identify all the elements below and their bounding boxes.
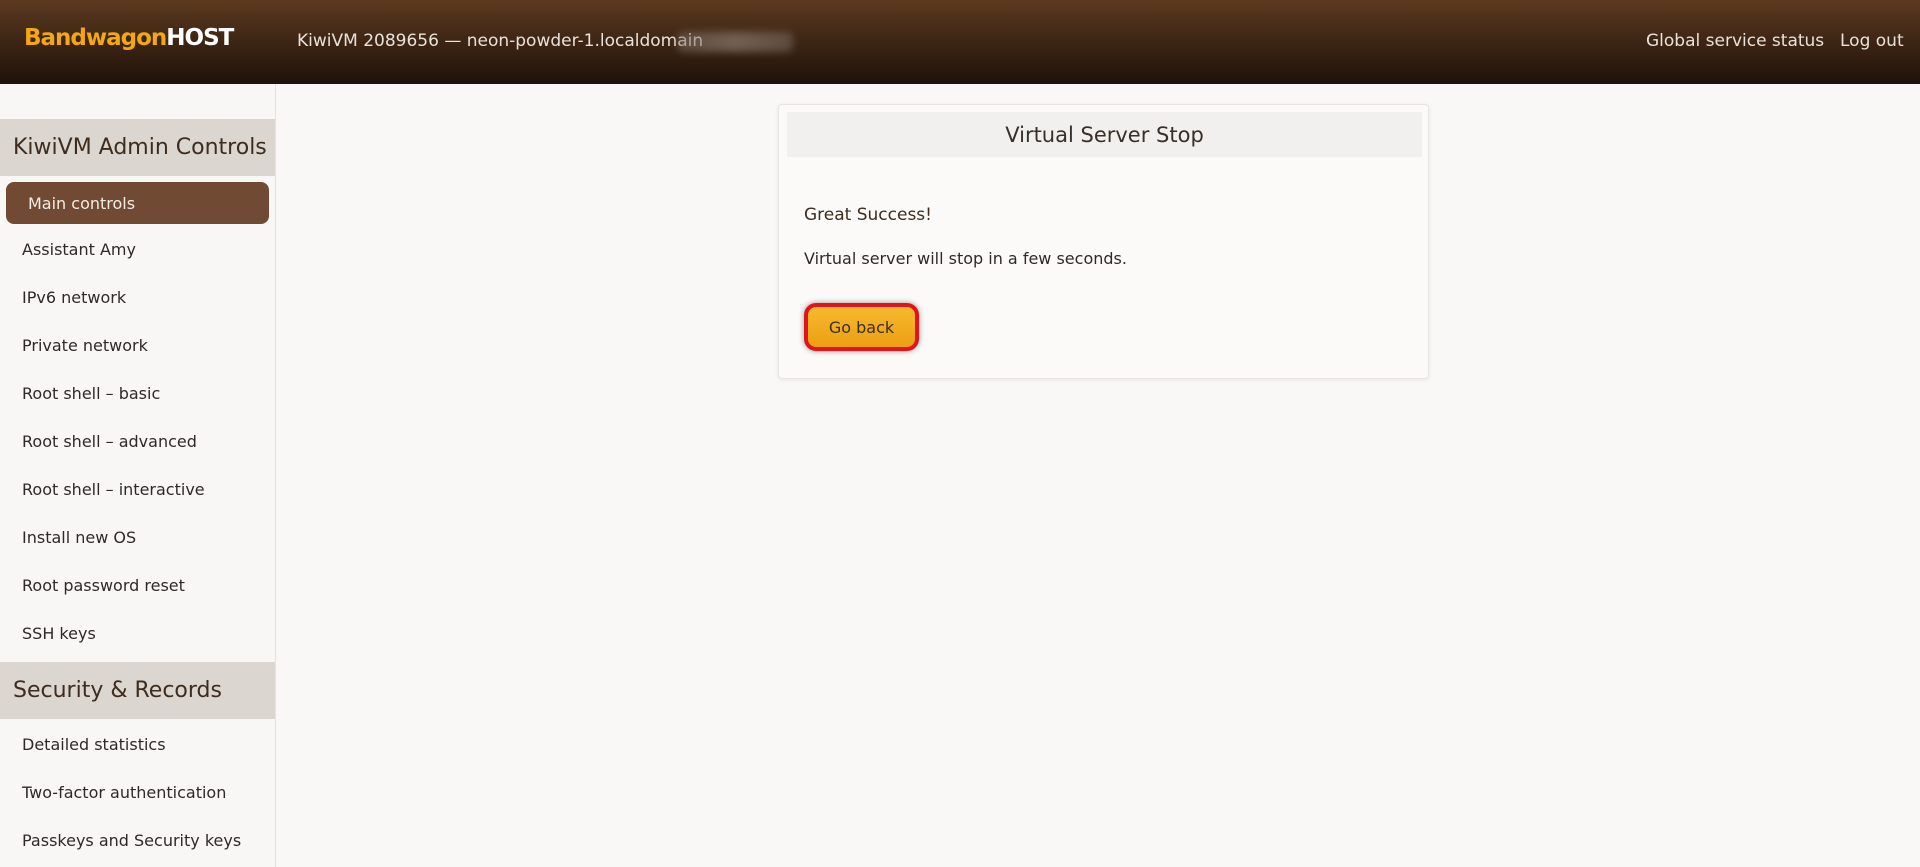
sidebar-item-root-shell-advanced[interactable]: Root shell – advanced	[22, 432, 197, 451]
sidebar-item-install-new-os[interactable]: Install new OS	[22, 528, 136, 547]
sidebar-item-assistant-amy[interactable]: Assistant Amy	[22, 240, 136, 259]
global-service-status-link[interactable]: Global service status	[1646, 31, 1824, 51]
sidebar-item-root-shell-interactive[interactable]: Root shell – interactive	[22, 480, 205, 499]
sidebar-item-ssh-keys[interactable]: SSH keys	[22, 624, 96, 643]
success-heading: Great Success!	[804, 205, 932, 225]
sidebar-section-admin-controls: KiwiVM Admin Controls	[0, 119, 275, 176]
success-message: Virtual server will stop in a few second…	[804, 249, 1127, 268]
sidebar-item-root-password-reset[interactable]: Root password reset	[22, 576, 185, 595]
sidebar-section-security-records: Security & Records	[0, 662, 275, 719]
server-stop-card: Virtual Server Stop Great Success! Virtu…	[778, 104, 1429, 379]
sidebar: KiwiVM Admin Controls Main controls Assi…	[0, 84, 276, 867]
top-header: BandwagonHOST KiwiVM 2089656 — neon-powd…	[0, 0, 1920, 84]
sidebar-item-two-factor-authentication[interactable]: Two-factor authentication	[22, 783, 226, 802]
sidebar-item-ipv6-network[interactable]: IPv6 network	[22, 288, 126, 307]
brand-logo[interactable]: BandwagonHOST	[24, 25, 234, 51]
sidebar-item-private-network[interactable]: Private network	[22, 336, 148, 355]
logo-part-host: HOST	[166, 25, 234, 51]
sidebar-item-main-controls[interactable]: Main controls	[6, 182, 269, 224]
logout-link[interactable]: Log out	[1840, 31, 1904, 51]
blurred-ip-address	[677, 32, 793, 52]
vm-title: KiwiVM 2089656 — neon-powder-1.localdoma…	[297, 31, 704, 51]
go-back-button[interactable]: Go back	[804, 303, 919, 351]
sidebar-item-root-shell-basic[interactable]: Root shell – basic	[22, 384, 160, 403]
logo-part-bandwagon: Bandwagon	[24, 25, 167, 51]
sidebar-item-detailed-statistics[interactable]: Detailed statistics	[22, 735, 166, 754]
card-title: Virtual Server Stop	[787, 112, 1422, 157]
sidebar-item-passkeys-security-keys[interactable]: Passkeys and Security keys	[22, 831, 241, 850]
